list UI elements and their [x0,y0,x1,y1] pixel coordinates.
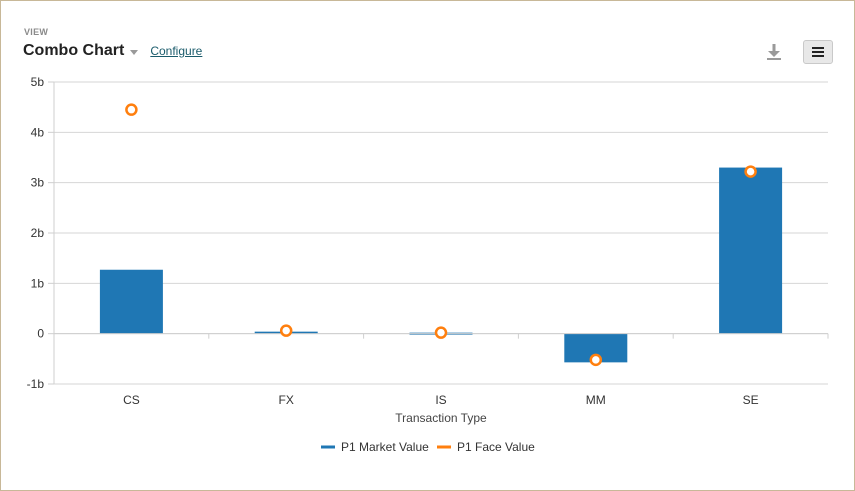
face-value-point-is[interactable] [434,326,448,339]
y-tick-label: 1b [31,276,45,290]
legend-item-market-value[interactable]: P1 Market Value [321,440,429,454]
y-axis: 5b 4b 3b 2b 1b 0 -1b [27,75,55,391]
y-tick-label: -1b [27,377,45,391]
legend-item-face-value[interactable]: P1 Face Value [437,440,535,454]
bar-se[interactable] [719,167,783,334]
legend: P1 Market Value P1 Face Value [321,440,535,454]
x-tick-label: MM [586,393,606,407]
y-tick-label: 0 [37,327,44,341]
marker-series [125,103,757,367]
face-value-point-mm[interactable] [589,353,603,367]
face-value-point-se[interactable] [744,165,757,178]
face-value-point-fx[interactable] [279,324,293,337]
x-tick-label: CS [123,393,140,407]
combo-chart: 5b 4b 3b 2b 1b 0 -1b CS FX IS MM SE Transaction Ty… [27,75,829,454]
y-tick-label: 5b [31,75,45,89]
legend-label: P1 Face Value [457,440,535,454]
x-axis-title: Transaction Type [395,411,487,425]
x-tick-label: IS [435,393,446,407]
x-tick-label: FX [279,393,294,407]
legend-label: P1 Market Value [341,440,429,454]
y-tick-label: 3b [31,176,45,190]
face-value-point-cs[interactable] [125,103,138,116]
bar-cs[interactable] [99,269,163,334]
x-axis: CS FX IS MM SE [54,333,829,407]
y-tick-label: 4b [31,125,45,139]
x-tick-label: SE [743,393,759,407]
y-tick-label: 2b [31,226,45,240]
